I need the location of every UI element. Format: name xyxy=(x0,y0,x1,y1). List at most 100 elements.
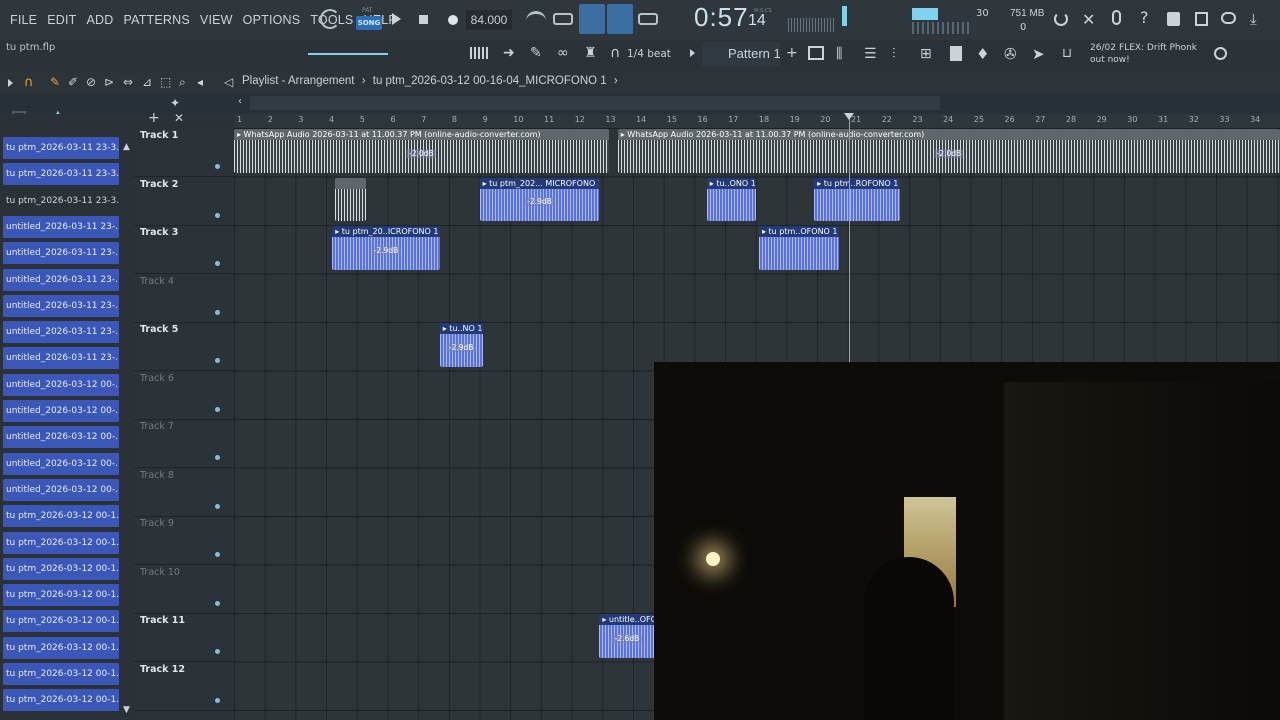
breadcrumb[interactable]: tu ptm_2026-03-12 00-16-04_MICROFONO 1 xyxy=(373,75,607,87)
countdown-button[interactable] xyxy=(579,4,605,34)
track-enable-icon[interactable] xyxy=(215,164,220,169)
snap-arrow-icon[interactable] xyxy=(690,49,695,57)
audio-clip[interactable]: ▸ tu ptm..OFONO 1 xyxy=(758,226,839,270)
cart-icon[interactable]: ⊔ xyxy=(1062,46,1072,61)
menu-add[interactable]: ADD xyxy=(86,13,113,27)
playhead-marker-icon[interactable] xyxy=(844,113,854,120)
browser-item[interactable]: untitled_2026-03-12 00-... xyxy=(3,478,119,501)
download-icon[interactable]: ⤓ xyxy=(1250,10,1257,28)
audio-clip[interactable]: ▸ WhatsApp Audio 2026-03-11 at 11.00.37 … xyxy=(617,129,1280,173)
track-enable-icon[interactable] xyxy=(215,649,220,654)
track-enable-icon[interactable] xyxy=(215,552,220,557)
play-icon[interactable] xyxy=(392,13,401,25)
playlist-menu-arrow-icon[interactable] xyxy=(8,79,13,87)
track-enable-icon[interactable] xyxy=(215,358,220,363)
browser-scroll-down-icon[interactable]: ▼ xyxy=(123,705,130,715)
add-track-icon[interactable]: + xyxy=(148,110,160,126)
audio-clip[interactable]: ▸ tu ptm..ROFONO 1 xyxy=(814,177,901,221)
tools-icon[interactable]: ✇ xyxy=(1004,45,1017,63)
track-enable-icon[interactable] xyxy=(215,212,220,218)
audio-clip[interactable] xyxy=(335,177,366,221)
playback-tool-icon[interactable]: ◂ xyxy=(197,75,203,89)
browser-item[interactable]: tu ptm_2026-03-12 00-1... xyxy=(3,610,119,633)
master-pitch-slider[interactable] xyxy=(842,6,847,26)
snap-magnet-icon[interactable]: ∩ xyxy=(24,75,34,90)
loop-record-icon[interactable] xyxy=(638,13,658,25)
piano-roll-icon[interactable] xyxy=(470,47,488,59)
browser-icon[interactable] xyxy=(950,46,962,61)
track-enable-icon[interactable] xyxy=(215,309,220,315)
browser-item[interactable]: untitled_2026-03-11 23-... xyxy=(3,347,119,370)
brush-icon[interactable]: ✎ xyxy=(530,45,542,61)
tempo-icon[interactable]: ⊞ xyxy=(920,46,932,62)
browser-item[interactable]: tu ptm_2026-03-11 23-3... xyxy=(3,163,119,186)
playhead[interactable] xyxy=(849,114,850,362)
globe-icon[interactable] xyxy=(1214,47,1227,60)
menu-file[interactable]: FILE xyxy=(10,13,37,27)
browser-item[interactable]: tu ptm_2026-03-12 00-1... xyxy=(3,557,119,580)
track-header[interactable]: Track 10 xyxy=(134,565,234,614)
menu-patterns[interactable]: PATTERNS xyxy=(123,13,189,27)
panic-icon[interactable]: ✕ xyxy=(1082,10,1095,29)
delete-tool-icon[interactable]: ⊘ xyxy=(86,75,96,89)
mixer-icon[interactable]: ⫼ xyxy=(836,46,842,62)
news-subline[interactable]: out now! xyxy=(1090,55,1130,65)
snap-selector[interactable]: 1/4 beat xyxy=(627,48,671,60)
track-enable-icon[interactable] xyxy=(215,503,220,509)
record-icon[interactable] xyxy=(448,15,458,25)
track-header[interactable]: Track 7 xyxy=(134,419,234,468)
browser-scroll-up-icon[interactable]: ▲ xyxy=(123,142,130,152)
track-header[interactable]: Track 1 xyxy=(134,128,234,177)
save-icon[interactable] xyxy=(1167,12,1180,26)
tempo-display[interactable]: 84.000 xyxy=(466,10,512,30)
time-display[interactable]: 0:57 xyxy=(694,2,749,33)
link-icon[interactable]: ∞ xyxy=(557,45,569,61)
wait-input-icon[interactable] xyxy=(553,13,573,25)
refresh-icon[interactable] xyxy=(1054,12,1068,26)
track-enable-icon[interactable] xyxy=(215,261,220,266)
metronome-icon[interactable] xyxy=(526,11,546,27)
audio-clip[interactable]: ▸ untitle..OFO -2.6dB xyxy=(599,614,655,658)
browser-item[interactable]: untitled_2026-03-11 23-... xyxy=(3,321,119,344)
slice-tool-icon[interactable]: ⊿ xyxy=(142,75,152,89)
mute-tool-icon[interactable]: ⊳ xyxy=(104,75,114,89)
song-mode-toggle[interactable]: SONG xyxy=(356,16,382,30)
zoom-fit-icon[interactable]: ✦ xyxy=(170,96,180,110)
browser-item[interactable]: tu ptm_2026-03-12 00-1... xyxy=(3,663,119,685)
playlist-icon[interactable] xyxy=(808,46,824,60)
plugin-icon[interactable]: ♦ xyxy=(976,45,989,63)
playlist-view-icon[interactable]: ◁ xyxy=(224,75,233,89)
browser-item[interactable]: untitled_2026-03-11 23-... xyxy=(3,268,119,291)
master-volume-knob[interactable] xyxy=(320,9,340,29)
audio-clip[interactable]: ▸ tu ptm_20..ICROFONO 1 -2.9dB xyxy=(332,226,440,270)
browser-item[interactable]: untitled_2026-03-11 23-... xyxy=(3,215,119,238)
track-enable-icon[interactable] xyxy=(215,455,220,460)
browser-item[interactable]: tu ptm_2026-03-12 00-1... xyxy=(3,636,119,659)
browser-item[interactable]: tu ptm_2026-03-12 00-1... xyxy=(3,505,119,528)
browser-item[interactable]: untitled_2026-03-12 00-... xyxy=(3,373,119,396)
browser-item[interactable]: tu ptm_2026-03-12 00-1... xyxy=(3,689,119,712)
track-enable-icon[interactable] xyxy=(215,600,220,606)
track-enable-icon[interactable] xyxy=(215,697,220,703)
audio-clip[interactable]: ▸ WhatsApp Audio 2026-03-11 at 11.00.37 … xyxy=(234,129,609,173)
share-icon[interactable]: ➤ xyxy=(1032,45,1045,63)
audio-clip[interactable]: ▸ tu..NO 1 -2.9dB xyxy=(439,323,483,367)
eq-icon[interactable]: ⫶ xyxy=(892,46,896,62)
browser-item[interactable]: tu ptm_2026-03-11 23-3... xyxy=(3,189,119,212)
arrow-right-icon[interactable]: ➜ xyxy=(503,45,515,61)
microphone-icon[interactable] xyxy=(1112,10,1121,25)
scroll-left-icon[interactable]: ‹ xyxy=(238,96,242,107)
browser-item[interactable]: untitled_2026-03-11 23-... xyxy=(3,294,119,317)
horizontal-scrollbar[interactable] xyxy=(250,96,940,110)
track-header[interactable]: Track 4 xyxy=(134,274,234,323)
close-track-icon[interactable]: ✕ xyxy=(174,111,184,125)
zoom-tool-icon[interactable]: ⌕ xyxy=(179,75,186,90)
browser-item[interactable]: untitled_2026-03-12 00-... xyxy=(3,452,119,475)
track-header[interactable]: Track 3 xyxy=(134,225,234,274)
browser-item[interactable]: untitled_2026-03-12 00-... xyxy=(3,426,119,449)
track-header[interactable]: Track 9 xyxy=(134,516,234,565)
browser-item[interactable]: untitled_2026-03-11 23-... xyxy=(3,242,119,265)
draw-tool-icon[interactable]: ✎ xyxy=(50,75,60,89)
track-header[interactable]: Track 11 xyxy=(134,613,234,662)
browser-item[interactable]: tu ptm_2026-03-12 00-1... xyxy=(3,584,119,607)
